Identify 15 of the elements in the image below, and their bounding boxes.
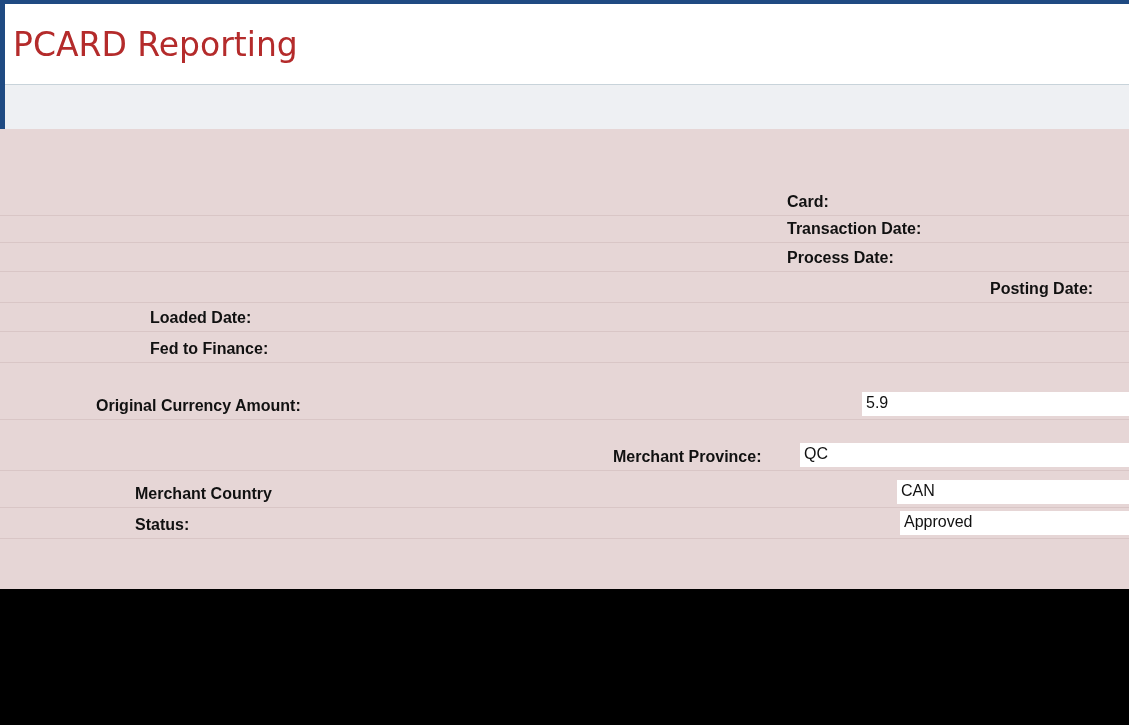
field-label: Posting Date: [990,280,1094,298]
field-label: Card: [787,193,829,211]
field-label: Original Currency Amount: [96,397,301,415]
field-value: QC [800,443,1129,467]
field-value: CAN [897,480,1129,504]
field-value: 5.9 [862,392,1129,416]
field-label: Status: [135,516,190,534]
field-label: Fed to Finance: [150,340,269,358]
field-label: Merchant Country [135,485,272,503]
field-label: Transaction Date: [787,220,922,238]
field-label: Process Date: [787,249,894,267]
field-label: Merchant Province: [613,448,762,466]
page-title: PCARD Reporting [13,24,298,64]
field-label: Loaded Date: [150,309,252,327]
field-value: Approved [900,511,1129,535]
